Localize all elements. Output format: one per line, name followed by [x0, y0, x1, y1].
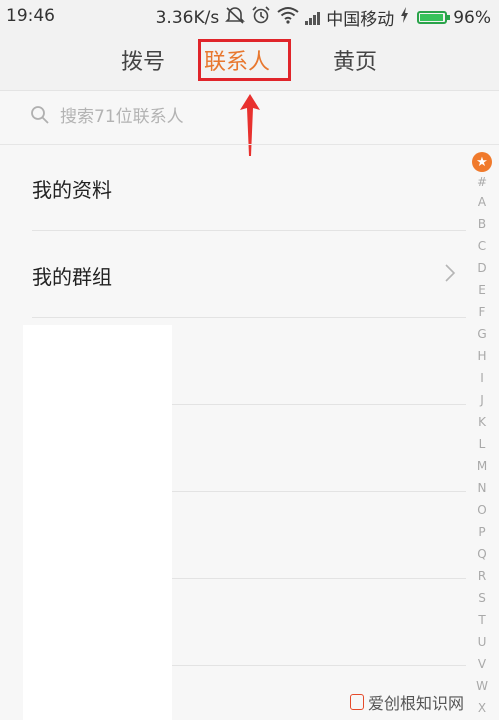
index-letter-w[interactable]: W	[476, 675, 488, 697]
index-letter-o[interactable]: O	[477, 499, 486, 521]
list-item-label: 我的资料	[32, 178, 112, 202]
index-letter-u[interactable]: U	[478, 631, 487, 653]
network-speed: 3.36K/s	[155, 7, 220, 28]
watermark-text: 爱创根知识网	[368, 694, 465, 713]
index-letter-a[interactable]: A	[478, 191, 486, 213]
index-letter-c[interactable]: C	[478, 235, 486, 257]
annotation-highlight-box	[198, 39, 291, 81]
index-letter-s[interactable]: S	[478, 587, 486, 609]
index-letter-f[interactable]: F	[479, 301, 486, 323]
index-letter-d[interactable]: D	[477, 257, 486, 279]
mute-icon	[225, 6, 246, 29]
tab-dial[interactable]: 拨号	[121, 44, 165, 76]
tab-yellow-pages[interactable]: 黄页	[333, 44, 377, 76]
index-letter-h[interactable]: H	[477, 345, 486, 367]
list-item-my-groups[interactable]: 我的群组	[32, 231, 466, 318]
redacted-area	[23, 325, 172, 720]
list-item-label: 我的群组	[32, 265, 112, 289]
index-letter-k[interactable]: K	[478, 411, 486, 433]
watermark: 爱创根知识网	[350, 690, 464, 714]
index-letter-x[interactable]: X	[478, 697, 486, 719]
index-letter-l[interactable]: L	[479, 433, 486, 455]
alarm-icon	[251, 6, 271, 29]
search-icon	[30, 105, 50, 129]
index-letter-b[interactable]: B	[478, 213, 486, 235]
carrier-name: 中国移动	[326, 10, 395, 30]
wifi-icon	[277, 6, 299, 29]
index-letter-i[interactable]: I	[480, 367, 484, 389]
charging-icon	[400, 7, 409, 28]
index-letter-m[interactable]: M	[477, 455, 487, 477]
search-bar	[0, 90, 499, 145]
battery-percent: 96%	[453, 7, 491, 28]
index-letter-j[interactable]: J	[480, 389, 484, 411]
battery-icon	[417, 11, 451, 24]
search-input[interactable]	[58, 102, 362, 132]
index-letter-r[interactable]: R	[478, 565, 486, 587]
watermark-logo-icon	[350, 694, 364, 710]
index-letter-g[interactable]: G	[477, 323, 486, 345]
status-right: 3.36K/s 中国移动 96%	[156, 5, 491, 30]
status-bar: 19:46 3.36K/s 中国移动 96%	[0, 0, 499, 32]
index-letter-e[interactable]: E	[478, 279, 486, 301]
signal-icon	[305, 11, 321, 25]
index-letter-q[interactable]: Q	[477, 543, 486, 565]
alphabet-index[interactable]: ★ # A B C D E F G H I J K L M N O P Q R S T U V W X	[470, 152, 494, 719]
index-letter-n[interactable]: N	[478, 477, 487, 499]
index-letter-t[interactable]: T	[478, 609, 485, 631]
status-time: 19:46	[6, 6, 55, 26]
index-letter-p[interactable]: P	[478, 521, 485, 543]
index-letter-v[interactable]: V	[478, 653, 486, 675]
list-item-my-profile[interactable]: 我的资料	[32, 144, 466, 231]
chevron-right-icon	[444, 263, 456, 287]
star-icon[interactable]: ★	[472, 152, 492, 172]
index-letter-hash[interactable]: #	[477, 173, 487, 191]
